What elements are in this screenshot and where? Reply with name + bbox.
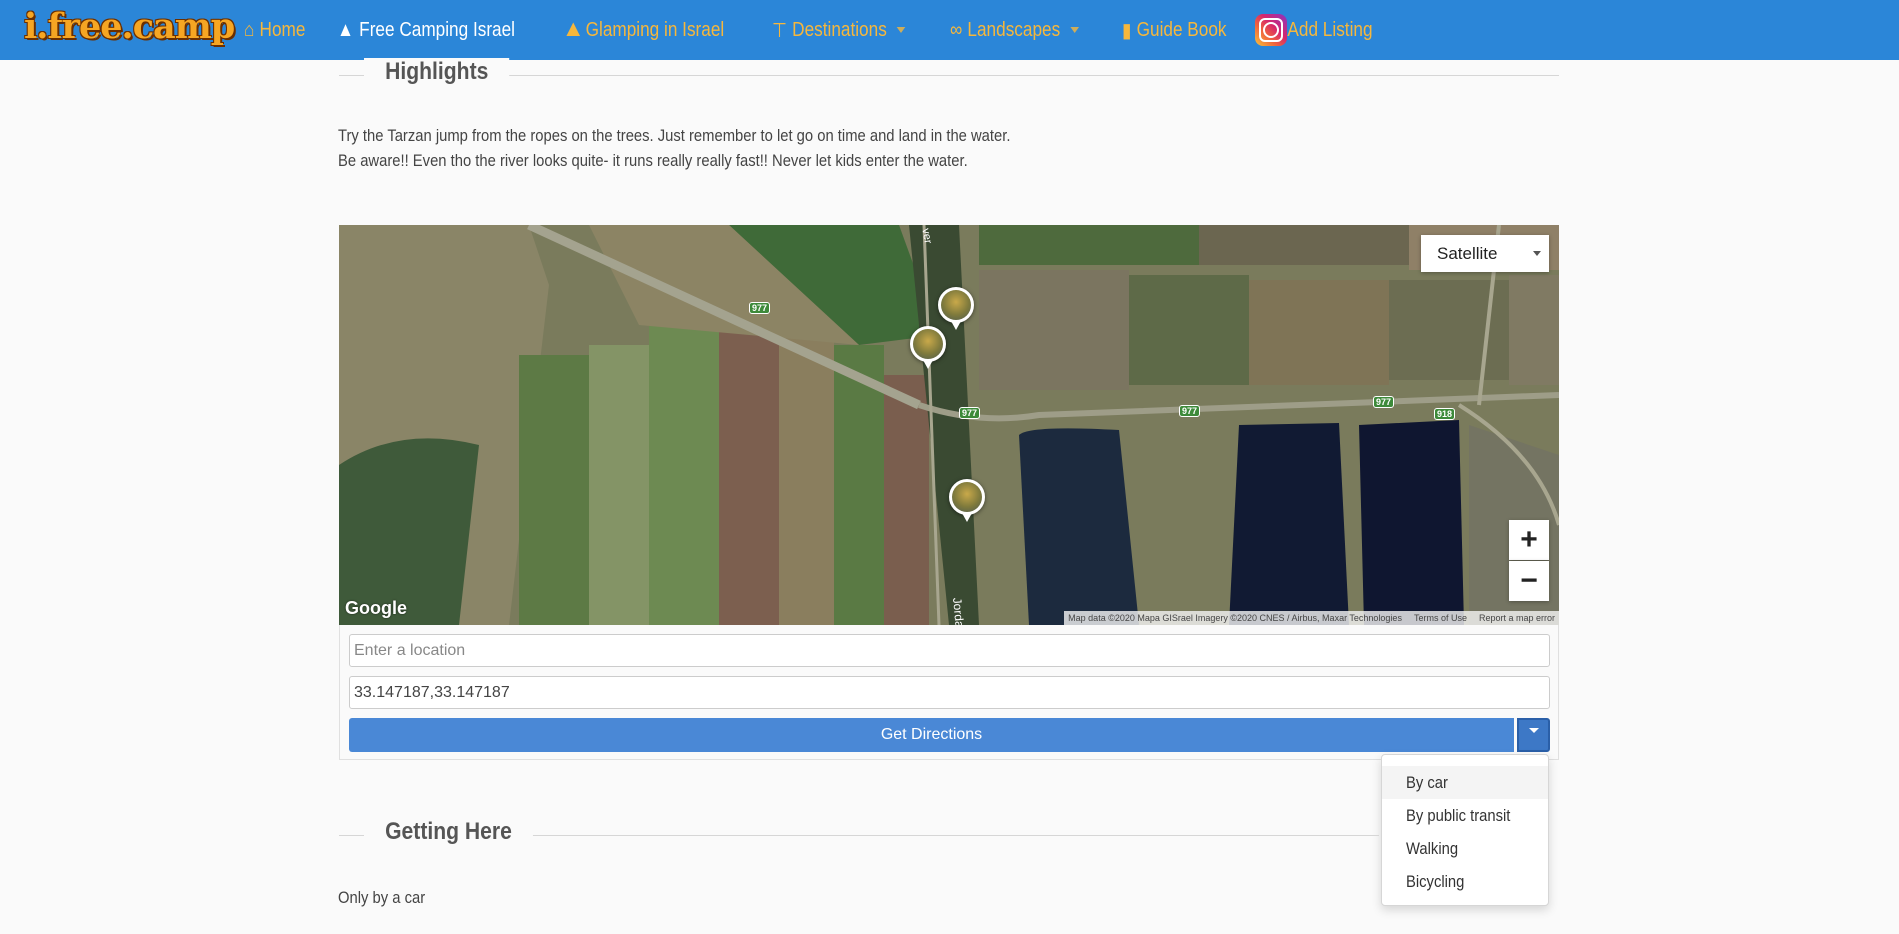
highlights-title: Highlights	[364, 58, 510, 86]
map-marker[interactable]	[938, 287, 974, 330]
terms-link[interactable]: Terms of Use	[1414, 613, 1467, 623]
chevron-down-icon	[897, 27, 907, 33]
satellite-imagery	[339, 225, 1559, 625]
mode-label: By car	[1406, 773, 1448, 792]
google-logo: Google	[345, 598, 407, 618]
highlights-line-1: Try the Tarzan jump from the ropes on th…	[338, 126, 1011, 145]
top-navbar: i.free.camp ⌂ Home ▲ Free Camping Israel…	[0, 0, 1899, 60]
glamping-icon: ⛰	[566, 18, 581, 41]
zoom-in-button[interactable]: +	[1509, 520, 1549, 560]
nav-item-home[interactable]: ⌂ Home	[244, 0, 305, 60]
road-label: 977	[1373, 396, 1395, 408]
river-label-bottom: Jorda	[950, 597, 967, 625]
site-logo[interactable]: i.free.camp	[24, 6, 235, 47]
mode-label: By public transit	[1406, 806, 1511, 825]
getting-here-title: Getting Here	[364, 818, 533, 846]
nav-item-destinations[interactable]: ⊤ Destinations	[772, 0, 907, 60]
travel-mode-toggle[interactable]	[1517, 718, 1550, 752]
attribution-text: Map data ©2020 Mapa GISrael Imagery ©202…	[1068, 613, 1402, 623]
main-nav: ⌂ Home ▲ Free Camping Israel ⛰ Glamping …	[244, 0, 1411, 60]
map-marker[interactable]	[910, 326, 946, 369]
binoculars-icon: ∞	[949, 18, 963, 41]
zoom-out-button[interactable]: −	[1509, 561, 1549, 601]
chevron-down-icon	[1533, 251, 1541, 256]
section-divider	[339, 75, 1559, 76]
mode-label: Bicycling	[1406, 872, 1465, 891]
signpost-icon: ⊤	[772, 19, 788, 42]
map-type-label: Satellite	[1437, 243, 1498, 263]
road-label: 918	[1434, 408, 1456, 420]
road-label: 977	[749, 302, 771, 314]
nav-item-label: Home	[259, 18, 306, 41]
report-error-link[interactable]: Report a map error	[1479, 613, 1555, 623]
home-icon: ⌂	[244, 18, 255, 41]
nav-item-label: Destinations	[792, 18, 888, 41]
nav-item-label: Add Listing	[1287, 18, 1373, 41]
road-label: 977	[959, 407, 981, 419]
mode-label: Walking	[1406, 839, 1459, 858]
mode-bicycling[interactable]: Bicycling	[1382, 865, 1548, 898]
instagram-icon[interactable]	[1255, 14, 1287, 46]
mode-by-car[interactable]: By car	[1382, 766, 1548, 799]
nav-item-label: Free Camping Israel	[359, 18, 516, 41]
nav-item-free-camping-israel[interactable]: ▲ Free Camping Israel	[337, 0, 515, 60]
nav-item-label: Guide Book	[1136, 18, 1227, 41]
mode-walking[interactable]: Walking	[1382, 832, 1548, 865]
marker-photo	[913, 329, 943, 359]
marker-photo	[941, 290, 971, 320]
book-icon: ▮	[1122, 19, 1132, 42]
mode-public-transit[interactable]: By public transit	[1382, 799, 1548, 832]
getting-here-text: Only by a car	[338, 888, 426, 907]
satellite-map[interactable]: 977 977 977 977 918 ver Jorda Satellite …	[339, 225, 1559, 625]
map-marker[interactable]	[949, 479, 985, 522]
river-label-top: ver	[919, 227, 934, 245]
nav-item-landscapes[interactable]: ∞ Landscapes	[949, 0, 1080, 60]
chevron-down-icon	[1070, 27, 1080, 33]
map-attribution: Map data ©2020 Mapa GISrael Imagery ©202…	[1064, 611, 1559, 625]
nav-item-label: Glamping in Israel	[586, 18, 725, 41]
nav-item-glamping[interactable]: ⛰ Glamping in Israel	[566, 0, 724, 60]
tent-icon: ▲	[337, 18, 355, 41]
marker-photo	[952, 482, 982, 512]
nav-item-guide-book[interactable]: ▮ Guide Book	[1122, 0, 1227, 60]
directions-panel: Get Directions	[339, 625, 1559, 760]
nav-item-label: Landscapes	[967, 18, 1061, 41]
destination-input[interactable]	[349, 676, 1550, 709]
get-directions-button[interactable]: Get Directions	[349, 718, 1514, 752]
travel-mode-menu: By car By public transit Walking Bicycli…	[1381, 754, 1549, 906]
road-label: 977	[1179, 405, 1201, 417]
map-type-select[interactable]: Satellite	[1421, 235, 1549, 272]
highlights-line-2: Be aware!! Even tho the river looks quit…	[338, 151, 968, 170]
location-input[interactable]	[349, 634, 1550, 667]
